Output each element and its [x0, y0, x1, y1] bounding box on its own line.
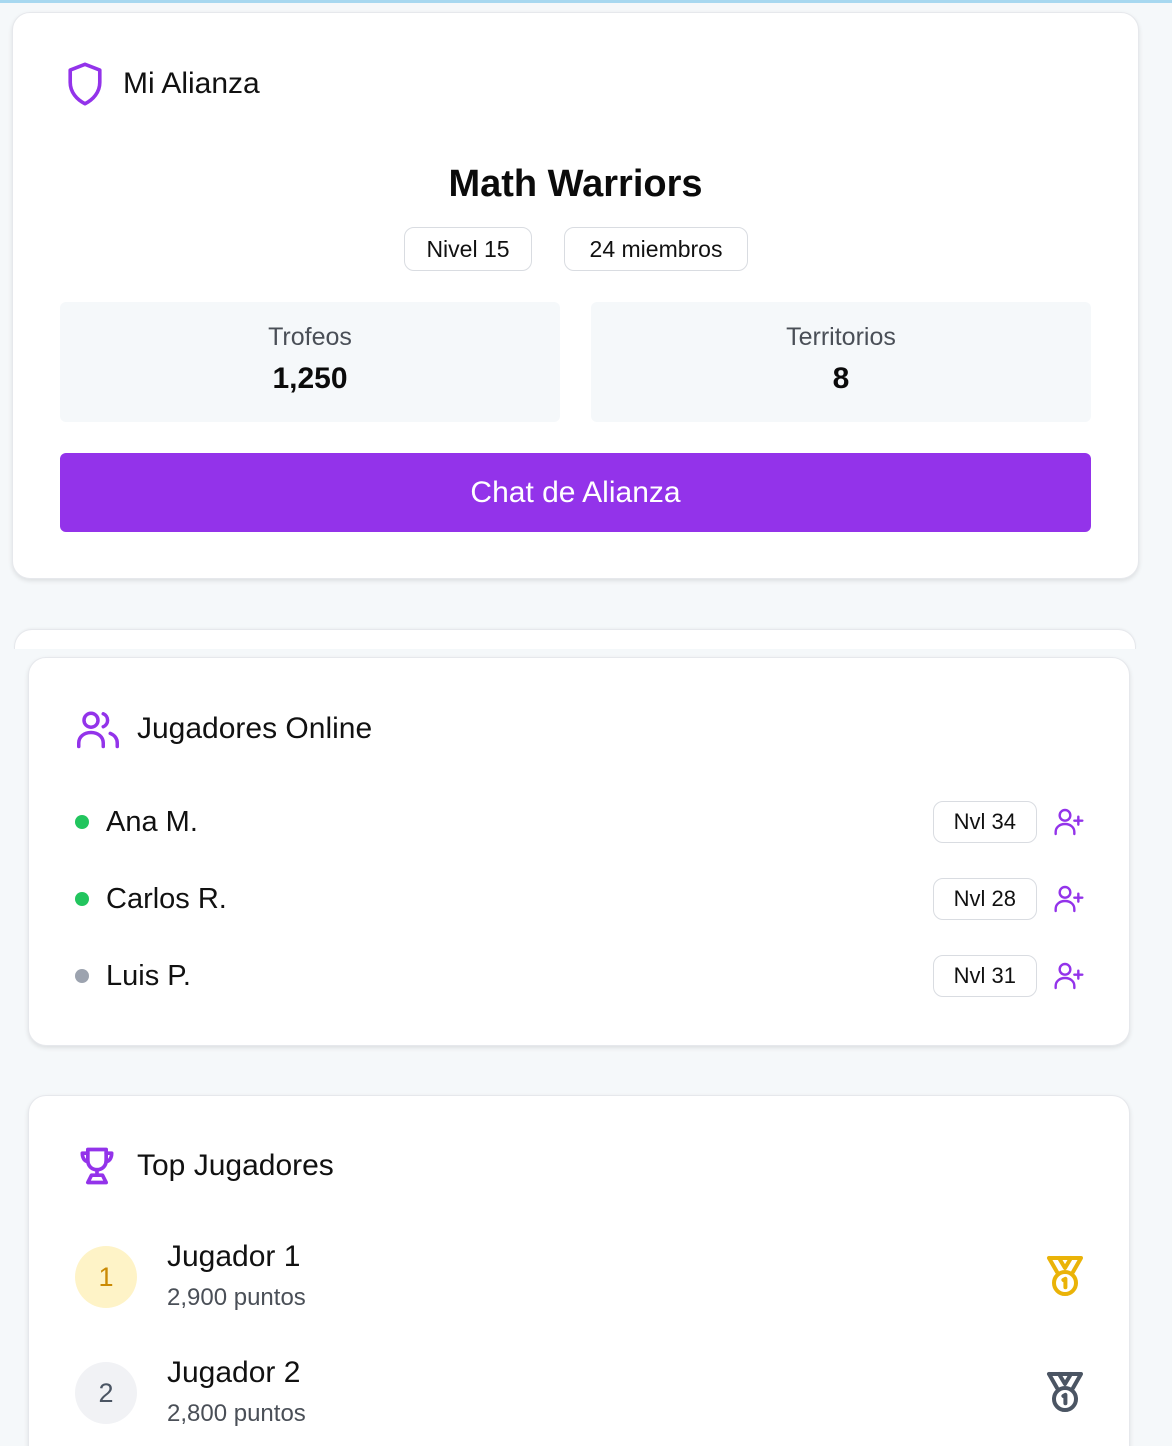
top-player-points: 2,900 puntos	[167, 1284, 306, 1311]
top-player-name: Jugador 1	[167, 1240, 301, 1273]
top-players-title: Top Jugadores	[137, 1149, 334, 1182]
alliance-chat-button[interactable]: Chat de Alianza	[60, 453, 1091, 532]
online-players-header: Jugadores Online	[75, 708, 372, 750]
offline-status-dot	[75, 969, 89, 983]
top-player-points: 2,800 puntos	[167, 1400, 306, 1427]
online-status-dot	[75, 815, 89, 829]
trophies-value: 1,250	[272, 362, 348, 395]
top-player-row: 1 Jugador 1 2,900 puntos	[73, 1240, 1089, 1311]
top-player-name: Jugador 2	[167, 1356, 301, 1389]
alliance-header: Mi Alianza	[65, 61, 260, 107]
shield-icon	[65, 61, 105, 107]
online-status-dot	[75, 892, 89, 906]
alliance-name: Math Warriors	[448, 163, 703, 205]
player-level-badge: Nvl 28	[932, 878, 1037, 920]
add-friend-icon[interactable]	[1053, 883, 1085, 915]
partial-card	[14, 629, 1136, 649]
rank-badge: 1	[75, 1246, 137, 1308]
rank-badge: 2	[75, 1362, 137, 1424]
alliance-card: Mi Alianza Math Warriors Nivel 15 24 mie…	[12, 12, 1139, 579]
users-icon	[75, 708, 121, 750]
online-players-card: Jugadores Online Ana M. Nvl 34 Carlos R.…	[28, 657, 1130, 1046]
top-player-row: 2 Jugador 2 2,800 puntos	[73, 1356, 1089, 1427]
player-level-badge: Nvl 34	[932, 801, 1037, 843]
alliance-members-badge: 24 miembros	[564, 227, 748, 271]
online-player-row: Luis P. Nvl 31	[73, 953, 1085, 999]
alliance-level-badge: Nivel 15	[404, 227, 532, 271]
trophy-icon	[75, 1144, 119, 1188]
player-level-badge: Nvl 31	[932, 955, 1037, 997]
silver-medal-icon	[1041, 1368, 1089, 1416]
add-friend-icon[interactable]	[1053, 960, 1085, 992]
trophies-label: Trofeos	[268, 323, 352, 351]
trophies-stat: Trofeos 1,250	[60, 302, 560, 422]
top-accent-line	[0, 0, 1172, 3]
online-player-row: Carlos R. Nvl 28	[73, 876, 1085, 922]
top-players-card: Top Jugadores 1 Jugador 1 2,900 puntos 2…	[28, 1095, 1130, 1446]
player-name: Ana M.	[106, 805, 198, 838]
online-player-row: Ana M. Nvl 34	[73, 799, 1085, 845]
top-players-header: Top Jugadores	[75, 1144, 334, 1188]
territories-value: 8	[832, 362, 850, 395]
online-players-title: Jugadores Online	[137, 712, 373, 745]
alliance-header-title: Mi Alianza	[123, 67, 260, 100]
player-name: Carlos R.	[106, 882, 227, 915]
add-friend-icon[interactable]	[1053, 806, 1085, 838]
player-name: Luis P.	[106, 959, 191, 992]
territories-stat: Territorios 8	[591, 302, 1091, 422]
territories-label: Territorios	[786, 323, 896, 351]
gold-medal-icon	[1041, 1252, 1089, 1300]
